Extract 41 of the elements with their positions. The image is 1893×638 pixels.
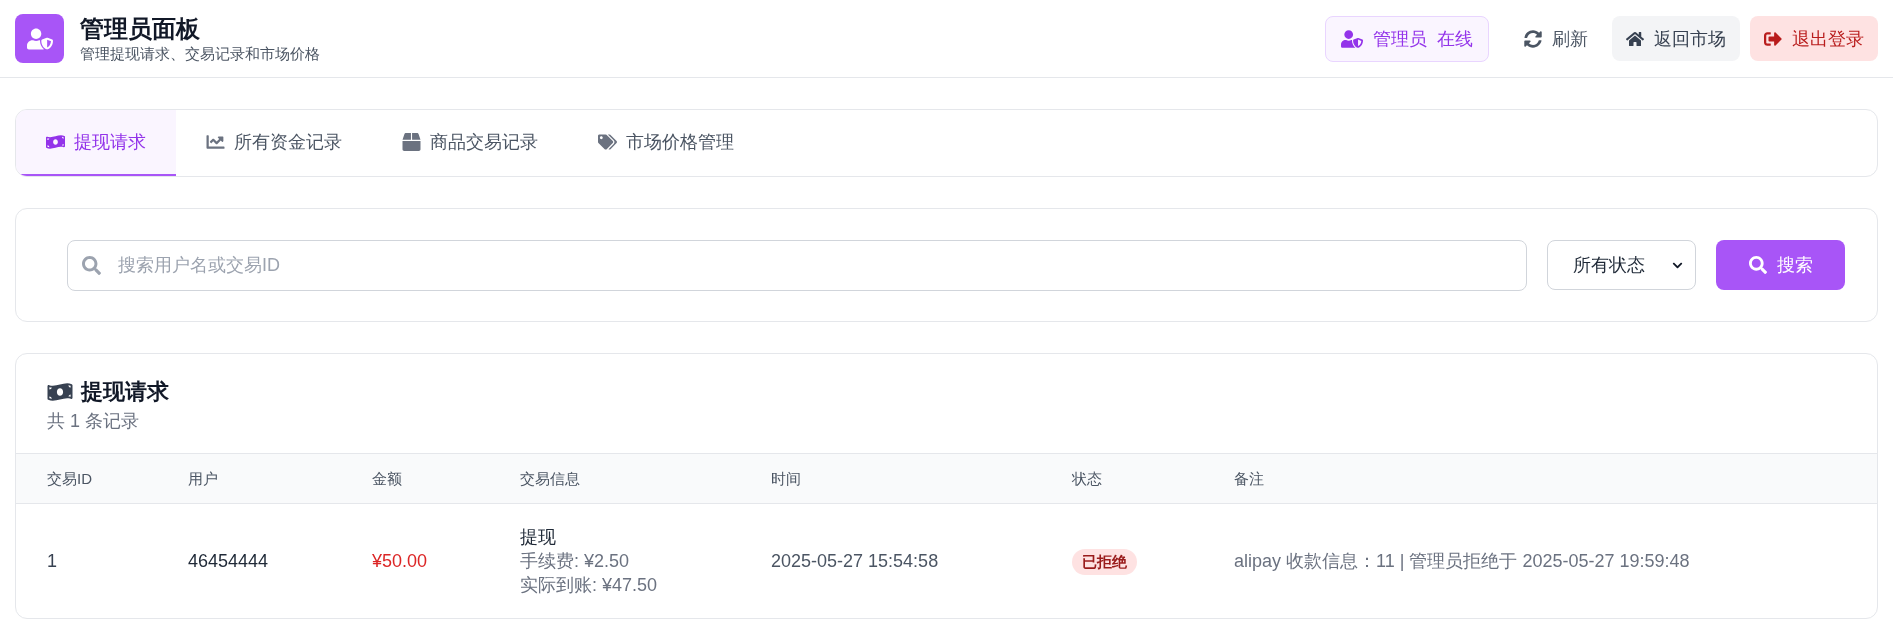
column-header: 备注 [1234, 469, 1264, 487]
transaction-type: 提现 [520, 526, 556, 549]
table-cell: 1 [47, 551, 57, 571]
search-icon [82, 255, 101, 275]
page-title: 管理员面板 [80, 13, 200, 44]
table-cell: ¥50.00 [372, 551, 428, 571]
line-chart-icon [206, 133, 225, 151]
column-header: 交易ID [47, 469, 92, 487]
money-bill-icon [46, 133, 65, 151]
table-cell: 46454444 [188, 551, 269, 571]
transaction-detail: 手续费: ¥2.50 [520, 550, 630, 573]
section-title: 提现请求 [81, 378, 169, 406]
role-label: 管理员 [1373, 27, 1427, 51]
search-button[interactable]: 搜索 [1716, 240, 1845, 290]
tags-icon [598, 133, 617, 151]
user-shield-icon [15, 14, 64, 63]
home-icon [1626, 29, 1644, 48]
tab[interactable]: 提现请求 [16, 110, 176, 176]
column-header: 时间 [771, 469, 801, 487]
record-count: 共 1 条记录 [47, 410, 139, 433]
money-bill-icon [47, 382, 73, 402]
sign-out-icon [1764, 29, 1782, 48]
back-to-market-button[interactable]: 返回市场 [1612, 16, 1740, 61]
refresh-button[interactable]: 刷新 [1510, 16, 1602, 61]
column-header: 状态 [1072, 469, 1102, 487]
page-subtitle: 管理提现请求、交易记录和市场价格 [80, 43, 320, 64]
box-icon [402, 133, 421, 151]
status-select[interactable]: 所有状态 [1547, 240, 1696, 290]
refresh-icon [1524, 29, 1542, 48]
status-badge: 已拒绝 [1072, 548, 1137, 575]
column-header: 交易信息 [520, 469, 580, 487]
column-header: 金额 [372, 469, 402, 487]
transaction-detail: 实际到账: ¥47.50 [520, 574, 658, 597]
table-cell: alipay 收款信息：11 | 管理员拒绝于 2025-05-27 19:59:48 [1234, 551, 1690, 571]
online-status: 在线 [1437, 27, 1473, 51]
logout-button[interactable]: 退出登录 [1750, 16, 1878, 61]
table-cell: 2025-05-27 15:54:58 [771, 551, 939, 571]
column-header: 用户 [188, 469, 218, 487]
search-field[interactable]: 搜索用户名或交易ID [67, 239, 1527, 291]
search-icon [1748, 256, 1767, 274]
user-shield-icon [1341, 29, 1363, 48]
